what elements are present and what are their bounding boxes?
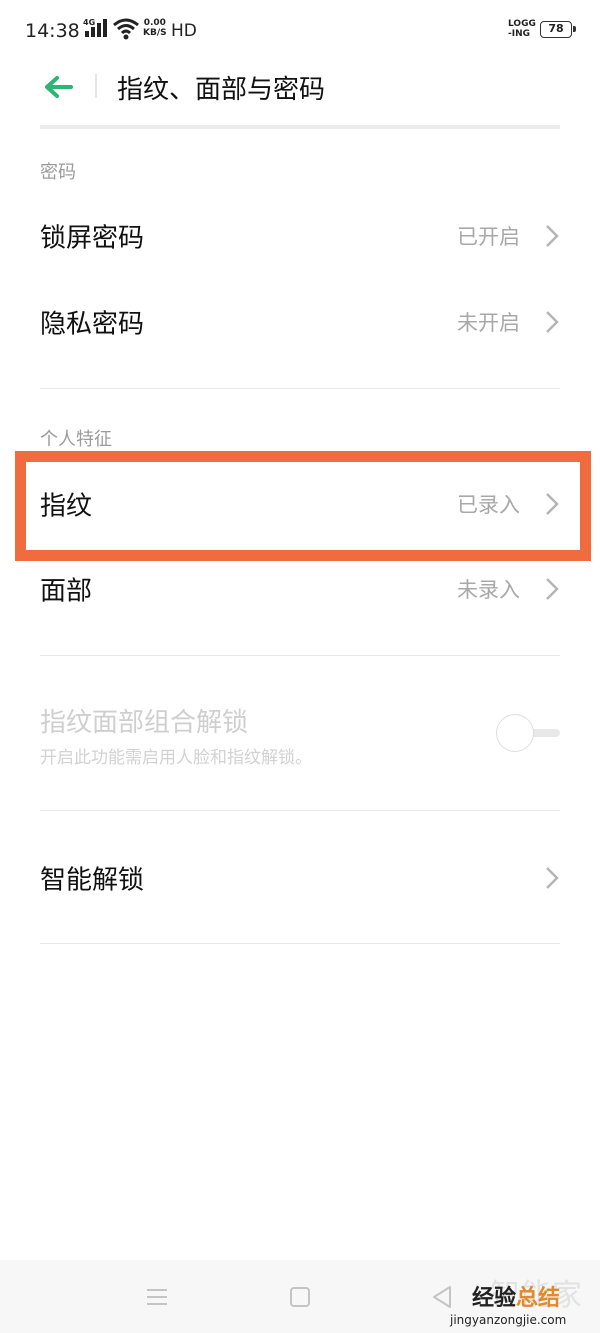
header-separator — [95, 74, 97, 98]
combo-unlock-subtitle: 开启此功能需启用人脸和指纹解锁。 — [40, 748, 312, 768]
smart-unlock-row[interactable]: 智能解锁 — [0, 836, 600, 920]
lock-screen-password-row[interactable]: 锁屏密码 已开启 — [0, 194, 600, 278]
row-label: 面部 — [40, 576, 93, 607]
watermark: 智能家 经验总结 jingyanzongjie.com — [450, 1278, 583, 1327]
combo-unlock-title: 指纹面部组合解锁 — [40, 708, 249, 738]
chevron-right-icon — [546, 311, 559, 333]
section-divider — [40, 943, 560, 944]
row-status: 未开启 — [457, 311, 520, 335]
chevron-right-icon — [546, 578, 559, 600]
app-header: 指纹、面部与密码 — [0, 60, 600, 118]
row-label: 锁屏密码 — [40, 223, 145, 254]
section-divider — [40, 810, 560, 811]
row-status: 已开启 — [457, 225, 520, 249]
status-time: 14:38 — [25, 20, 80, 42]
chevron-right-icon — [546, 225, 559, 247]
row-label: 隐私密码 — [40, 309, 145, 340]
status-bar: 14:38 4G 0.00 KB/S HD LOGG -ING 78 — [0, 0, 600, 60]
home-square-icon — [290, 1287, 310, 1307]
section-label-biometrics: 个人特征 — [40, 429, 112, 450]
face-row[interactable]: 面部 未录入 — [0, 547, 600, 631]
row-status: 未录入 — [457, 578, 520, 602]
header-divider — [40, 125, 560, 129]
network-speed: 0.00 KB/S — [143, 18, 167, 38]
chevron-right-icon — [546, 867, 559, 889]
back-button[interactable] — [38, 70, 78, 104]
combo-unlock-toggle[interactable] — [496, 714, 560, 754]
page-title: 指纹、面部与密码 — [117, 75, 326, 105]
hd-indicator: HD — [171, 21, 197, 41]
privacy-password-row[interactable]: 隐私密码 未开启 — [0, 280, 600, 364]
highlight-box — [15, 451, 591, 561]
home-button[interactable] — [283, 1280, 317, 1314]
section-divider — [40, 655, 560, 656]
section-divider — [40, 388, 560, 389]
menu-icon — [147, 1289, 167, 1305]
cellular-signal-icon: 4G — [83, 18, 109, 40]
section-label-password: 密码 — [40, 162, 76, 183]
toggle-knob — [496, 714, 534, 752]
logging-indicator: LOGG -ING — [508, 19, 536, 39]
row-label: 智能解锁 — [40, 865, 145, 896]
menu-button[interactable] — [140, 1280, 174, 1314]
battery-icon: 78 — [540, 21, 576, 38]
arrow-left-icon — [45, 76, 73, 98]
wifi-icon — [113, 18, 139, 40]
